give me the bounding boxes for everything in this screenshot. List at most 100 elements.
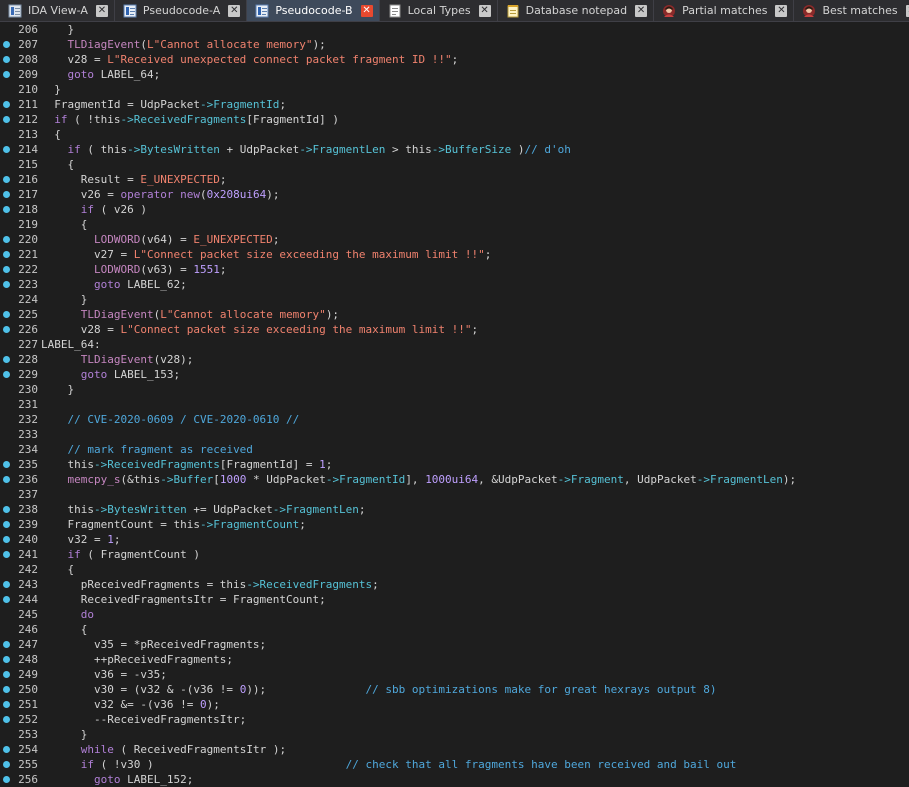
code-line[interactable]: 235 this->ReceivedFragments[FragmentId] … xyxy=(0,457,909,472)
code-line[interactable]: 217 v26 = operator new(0x208ui64); xyxy=(0,187,909,202)
breakpoint-dot-icon[interactable] xyxy=(3,461,10,468)
tab-pseudocode-a[interactable]: Pseudocode-A ✕ xyxy=(114,0,248,21)
code-line[interactable]: 248 ++pReceivedFragments; xyxy=(0,652,909,667)
code-line[interactable]: 220 LODWORD(v64) = E_UNEXPECTED; xyxy=(0,232,909,247)
code-line[interactable]: 242 { xyxy=(0,562,909,577)
tab-ida-view-a[interactable]: IDA View-A ✕ xyxy=(0,0,115,21)
breakpoint-dot-icon[interactable] xyxy=(3,101,10,108)
close-tab-icon[interactable]: ✕ xyxy=(905,4,909,17)
code-line[interactable]: 253 } xyxy=(0,727,909,742)
code-line[interactable]: 208 v28 = L"Received unexpected connect … xyxy=(0,52,909,67)
breakpoint-dot-icon[interactable] xyxy=(3,506,10,513)
code-line[interactable]: 215 { xyxy=(0,157,909,172)
code-line[interactable]: 250 v30 = (v32 & -(v36 != 0)); // sbb op… xyxy=(0,682,909,697)
breakpoint-dot-icon[interactable] xyxy=(3,326,10,333)
breakpoint-dot-icon[interactable] xyxy=(3,641,10,648)
breakpoint-dot-icon[interactable] xyxy=(3,266,10,273)
breakpoint-dot-icon[interactable] xyxy=(3,521,10,528)
close-tab-icon[interactable]: ✕ xyxy=(228,4,241,17)
code-line[interactable]: 222 LODWORD(v63) = 1551; xyxy=(0,262,909,277)
code-line[interactable]: 255 if ( !v30 ) // check that all fragme… xyxy=(0,757,909,772)
breakpoint-dot-icon[interactable] xyxy=(3,671,10,678)
breakpoint-dot-icon[interactable] xyxy=(3,116,10,123)
close-tab-icon[interactable]: ✕ xyxy=(360,4,373,17)
breakpoint-dot-icon[interactable] xyxy=(3,56,10,63)
code-line[interactable]: 209 goto LABEL_64; xyxy=(0,67,909,82)
code-line[interactable]: 232 // CVE-2020-0609 / CVE-2020-0610 // xyxy=(0,412,909,427)
code-line[interactable]: 207 TLDiagEvent(L"Cannot allocate memory… xyxy=(0,37,909,52)
breakpoint-dot-icon[interactable] xyxy=(3,536,10,543)
close-tab-icon[interactable]: ✕ xyxy=(478,4,491,17)
breakpoint-dot-icon[interactable] xyxy=(3,686,10,693)
code-line[interactable]: 256 goto LABEL_152; xyxy=(0,772,909,787)
code-line[interactable]: 224 } xyxy=(0,292,909,307)
code-line[interactable]: 249 v36 = -v35; xyxy=(0,667,909,682)
code-line[interactable]: 229 goto LABEL_153; xyxy=(0,367,909,382)
code-line[interactable]: 225 TLDiagEvent(L"Cannot allocate memory… xyxy=(0,307,909,322)
breakpoint-dot-icon[interactable] xyxy=(3,596,10,603)
pseudocode-view[interactable]: 206 } 207 TLDiagEvent(L"Cannot allocate m… xyxy=(0,22,909,787)
code-line[interactable]: 226 v28 = L"Connect packet size exceedin… xyxy=(0,322,909,337)
breakpoint-dot-icon[interactable] xyxy=(3,656,10,663)
breakpoint-dot-icon[interactable] xyxy=(3,71,10,78)
close-tab-icon[interactable]: ✕ xyxy=(775,4,788,17)
code-line[interactable]: 243 pReceivedFragments = this->ReceivedF… xyxy=(0,577,909,592)
code-line[interactable]: 228 TLDiagEvent(v28); xyxy=(0,352,909,367)
breakpoint-dot-icon[interactable] xyxy=(3,776,10,783)
code-line[interactable]: 236 memcpy_s(&this->Buffer[1000 * UdpPac… xyxy=(0,472,909,487)
breakpoint-dot-icon[interactable] xyxy=(3,551,10,558)
code-line[interactable]: 230 } xyxy=(0,382,909,397)
code-line[interactable]: 254 while ( ReceivedFragmentsItr ); xyxy=(0,742,909,757)
code-line[interactable]: 227 LABEL_64: xyxy=(0,337,909,352)
breakpoint-dot-icon[interactable] xyxy=(3,191,10,198)
code-line[interactable]: 251 v32 &= -(v36 != 0); xyxy=(0,697,909,712)
code-line[interactable]: 223 goto LABEL_62; xyxy=(0,277,909,292)
code-line[interactable]: 245 do xyxy=(0,607,909,622)
breakpoint-dot-icon[interactable] xyxy=(3,746,10,753)
code-line[interactable]: 219 { xyxy=(0,217,909,232)
code-line[interactable]: 231 xyxy=(0,397,909,412)
code-line[interactable]: 233 xyxy=(0,427,909,442)
breakpoint-dot-icon[interactable] xyxy=(3,251,10,258)
code-line[interactable]: 213 { xyxy=(0,127,909,142)
code-line[interactable]: 244 ReceivedFragmentsItr = FragmentCount… xyxy=(0,592,909,607)
code-line[interactable]: 246 { xyxy=(0,622,909,637)
tab-partial-matches[interactable]: Partial matches ✕ xyxy=(654,0,795,21)
breakpoint-dot-icon[interactable] xyxy=(3,761,10,768)
code-line[interactable]: 216 Result = E_UNEXPECTED; xyxy=(0,172,909,187)
code-line[interactable]: 211 FragmentId = UdpPacket->FragmentId; xyxy=(0,97,909,112)
breakpoint-dot-icon[interactable] xyxy=(3,41,10,48)
tab-best-matches[interactable]: Best matches ✕ xyxy=(794,0,909,21)
code-line[interactable]: 252 --ReceivedFragmentsItr; xyxy=(0,712,909,727)
breakpoint-dot-icon[interactable] xyxy=(3,281,10,288)
code-line[interactable]: 221 v27 = L"Connect packet size exceedin… xyxy=(0,247,909,262)
code-line[interactable]: 234 // mark fragment as received xyxy=(0,442,909,457)
close-tab-icon[interactable]: ✕ xyxy=(635,4,648,17)
breakpoint-dot-icon[interactable] xyxy=(3,476,10,483)
code-line[interactable]: 218 if ( v26 ) xyxy=(0,202,909,217)
tab-local-types[interactable]: Local Types ✕ xyxy=(379,0,498,21)
breakpoint-dot-icon[interactable] xyxy=(3,176,10,183)
tab-pseudocode-b[interactable]: Pseudocode-B ✕ xyxy=(247,0,380,21)
breakpoint-dot-icon[interactable] xyxy=(3,311,10,318)
code-line[interactable]: 238 this->BytesWritten += UdpPacket->Fra… xyxy=(0,502,909,517)
breakpoint-dot-icon[interactable] xyxy=(3,581,10,588)
code-line[interactable]: 240 v32 = 1; xyxy=(0,532,909,547)
breakpoint-dot-icon[interactable] xyxy=(3,371,10,378)
code-line[interactable]: 239 FragmentCount = this->FragmentCount; xyxy=(0,517,909,532)
code-line[interactable]: 206 } xyxy=(0,22,909,37)
code-line[interactable]: 212 if ( !this->ReceivedFragments[Fragme… xyxy=(0,112,909,127)
close-tab-icon[interactable]: ✕ xyxy=(95,4,108,17)
code-line[interactable]: 214 if ( this->BytesWritten + UdpPacket-… xyxy=(0,142,909,157)
breakpoint-dot-icon[interactable] xyxy=(3,701,10,708)
breakpoint-dot-icon[interactable] xyxy=(3,206,10,213)
breakpoint-dot-icon[interactable] xyxy=(3,716,10,723)
tab-database-notepad[interactable]: Database notepad ✕ xyxy=(497,0,655,21)
breakpoint-dot-icon[interactable] xyxy=(3,356,10,363)
breakpoint-dot-icon[interactable] xyxy=(3,146,10,153)
breakpoint-dot-icon[interactable] xyxy=(3,236,10,243)
code-line[interactable]: 210 } xyxy=(0,82,909,97)
code-line[interactable]: 241 if ( FragmentCount ) xyxy=(0,547,909,562)
code-line[interactable]: 247 v35 = *pReceivedFragments; xyxy=(0,637,909,652)
code-line[interactable]: 237 xyxy=(0,487,909,502)
